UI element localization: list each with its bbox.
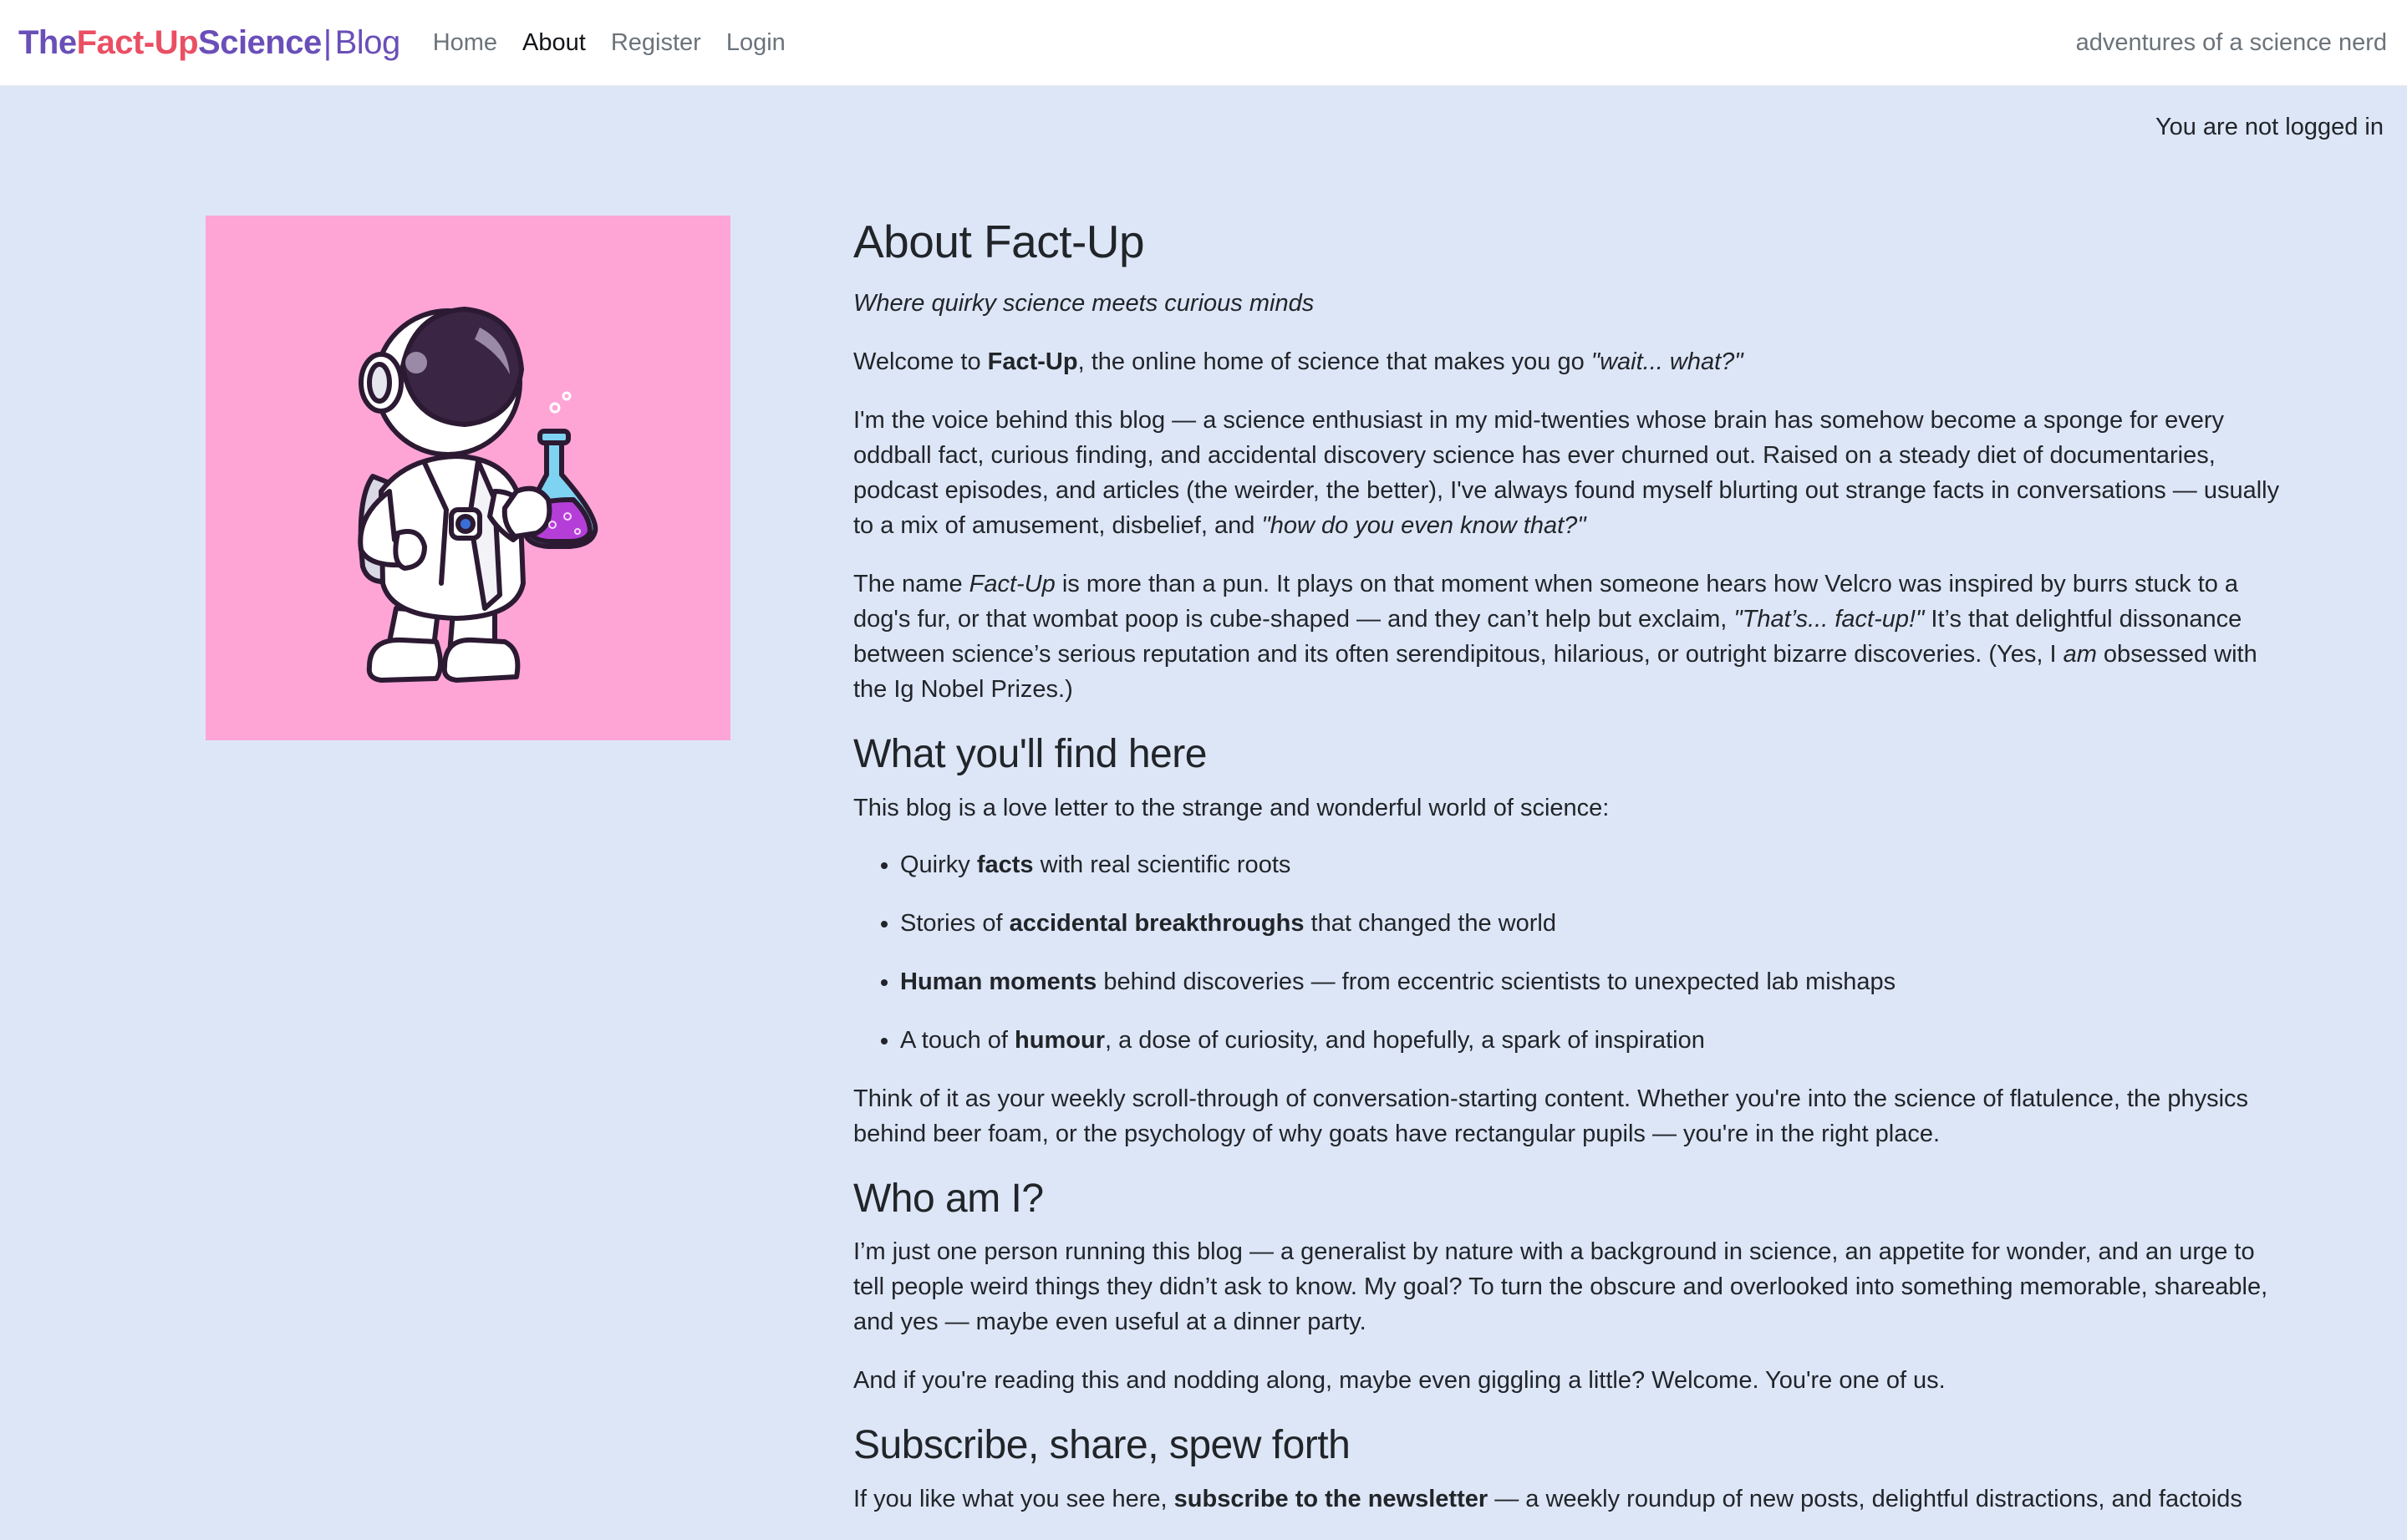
brand-logo-link[interactable]: The Fact-Up Science | Blog xyxy=(18,24,400,62)
list-item-bold: humour xyxy=(1015,1026,1105,1054)
name-para-am: am xyxy=(2063,641,2097,668)
page-title: About Fact-Up xyxy=(853,216,1145,267)
nav-link-about[interactable]: About xyxy=(522,29,586,57)
who-paragraph-1: I’m just one person running this blog — … xyxy=(853,1238,2268,1336)
subscribe-post: — a weekly roundup of new posts, delight… xyxy=(1488,1485,2242,1512)
list-item-bold: accidental breakthroughs xyxy=(1009,909,1305,937)
list-item: A touch of humour, a dose of curiosity, … xyxy=(900,1023,2291,1058)
list-item-post: that changed the world xyxy=(1304,909,1556,937)
list-item-pre: Quirky xyxy=(900,851,977,878)
list-item: Quirky facts with real scientific roots xyxy=(900,847,2291,882)
list-item-pre: Stories of xyxy=(900,909,1010,937)
welcome-middle: , the online home of science that makes … xyxy=(1077,348,1591,375)
find-heading: What you'll find here xyxy=(853,732,1207,776)
name-para-part-1: The name xyxy=(853,571,969,597)
list-item: Human moments behind discoveries — from … xyxy=(900,964,2291,999)
astronaut-scientist-icon xyxy=(358,307,598,683)
brand-blog: Blog xyxy=(334,23,401,61)
welcome-quote: "wait... what?" xyxy=(1590,348,1743,375)
list-item-post: with real scientific roots xyxy=(1033,851,1291,878)
nav-link-register[interactable]: Register xyxy=(611,29,701,57)
welcome-prefix: Welcome to xyxy=(853,348,988,375)
about-hero-image xyxy=(206,216,730,740)
find-intro: This blog is a love letter to the strang… xyxy=(853,794,1610,821)
brand-fact-up: Fact-Up xyxy=(76,23,199,61)
nav-link-home[interactable]: Home xyxy=(433,29,497,57)
site-tagline: adventures of a science nerd xyxy=(2075,28,2387,56)
nav-link-login[interactable]: Login xyxy=(726,29,786,57)
subscribe-newsletter-text: subscribe to the newsletter xyxy=(1173,1485,1488,1512)
find-list: Quirky facts with real scientific roots … xyxy=(853,847,2291,1058)
page-subtitle: Where quirky science meets curious minds xyxy=(853,290,1315,317)
list-item-bold: facts xyxy=(976,851,1034,878)
who-heading: Who am I? xyxy=(853,1176,1044,1221)
list-item-post: behind discoveries — from eccentric scie… xyxy=(1097,968,1896,995)
top-navbar: The Fact-Up Science | Blog Home About Regist… xyxy=(0,0,2407,87)
login-status-text: You are not logged in xyxy=(2155,114,2384,140)
intro-quote: "how do you even know that?" xyxy=(1261,512,1586,539)
intro-paragraph: I'm the voice behind this blog — a scien… xyxy=(853,403,2291,543)
brand-the: The xyxy=(18,23,77,61)
brand-separator: | xyxy=(323,23,332,61)
who-paragraph-2: And if you're reading this and nodding a… xyxy=(853,1367,1946,1395)
brand-science: Science xyxy=(198,23,322,61)
subscribe-paragraph: If you like what you see here, subscribe… xyxy=(853,1482,2291,1517)
name-paragraph: The name Fact-Up is more than a pun. It … xyxy=(853,567,2291,707)
list-item-bold: Human moments xyxy=(900,968,1097,995)
name-para-name: Fact-Up xyxy=(969,571,1056,597)
subscribe-pre: If you like what you see here, xyxy=(853,1485,1174,1512)
welcome-paragraph: Welcome to Fact-Up, the online home of s… xyxy=(853,344,2291,379)
list-item: Stories of accidental breakthroughs that… xyxy=(900,906,2291,941)
subscribe-heading: Subscribe, share, spew forth xyxy=(853,1423,1351,1468)
list-item-pre: A touch of xyxy=(900,1026,1015,1054)
name-para-quote: "That’s... fact-up!" xyxy=(1733,606,1925,633)
about-content: About Fact-Up Where quirky science meets… xyxy=(853,214,2291,1540)
list-item-post: , a dose of curiosity, and hopefully, a … xyxy=(1104,1026,1705,1054)
find-outro: Think of it as your weekly scroll-throug… xyxy=(853,1085,2249,1147)
nav-links: Home About Register Login xyxy=(420,29,798,57)
welcome-site-name: Fact-Up xyxy=(987,348,1078,375)
